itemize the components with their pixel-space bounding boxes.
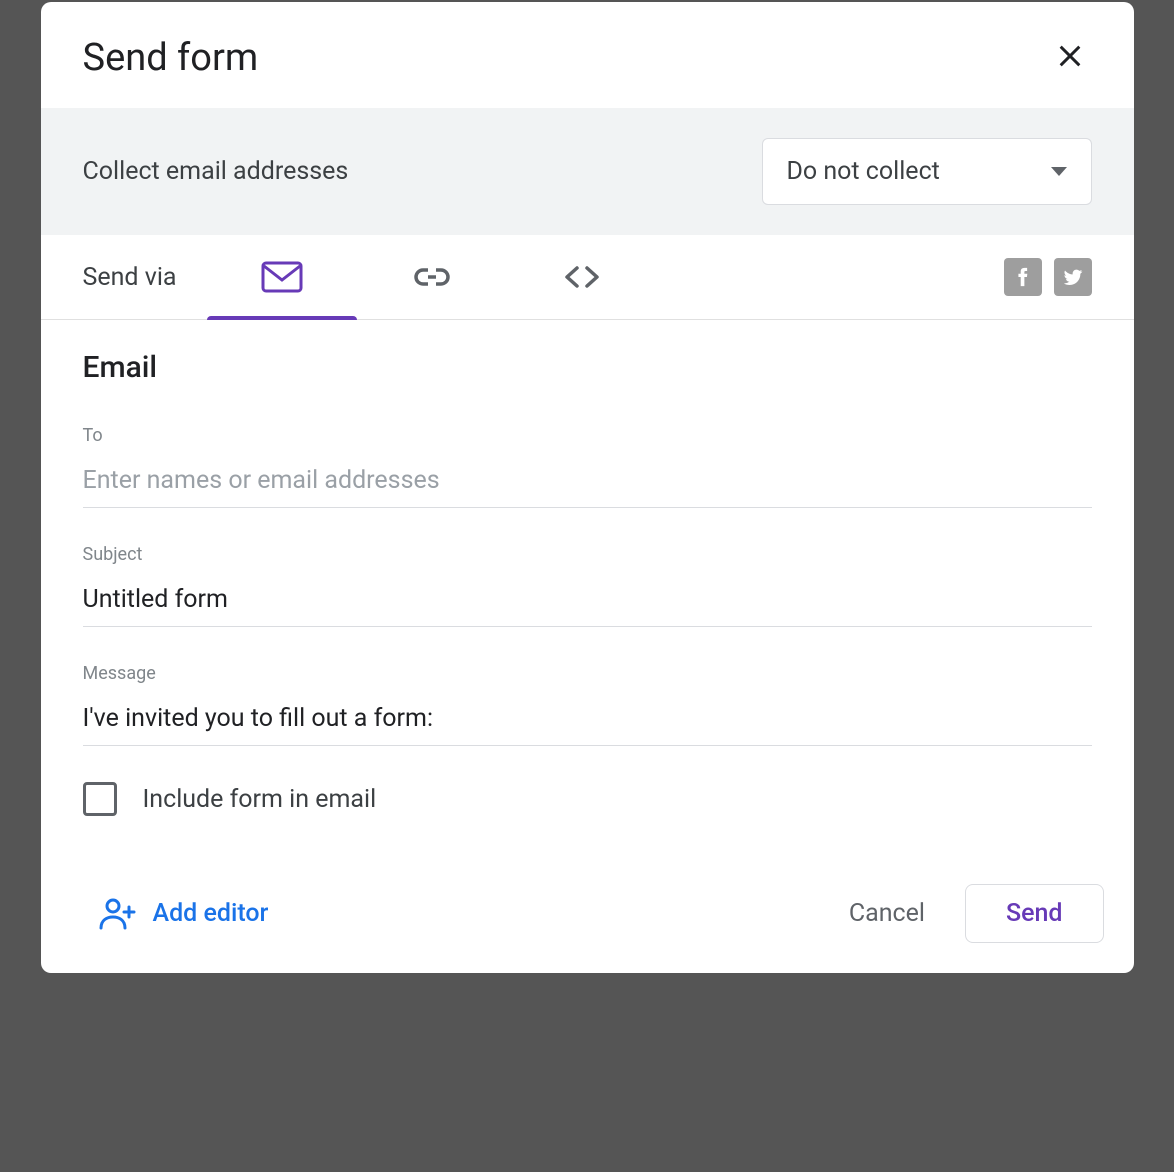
include-form-checkbox[interactable] [83, 782, 117, 816]
subject-input[interactable] [83, 575, 1092, 627]
tab-email[interactable] [207, 235, 357, 319]
twitter-icon [1062, 266, 1084, 288]
close-button[interactable] [1048, 34, 1092, 82]
link-icon [411, 261, 453, 293]
tab-link[interactable] [357, 235, 507, 319]
email-panel: Email To Subject Message Include form in… [41, 320, 1134, 866]
cancel-button[interactable]: Cancel [823, 885, 951, 942]
dialog-header: Send form [41, 2, 1134, 108]
add-editor-button[interactable]: Add editor [83, 887, 285, 941]
collect-email-select[interactable]: Do not collect [762, 138, 1092, 205]
collect-email-selected: Do not collect [787, 157, 940, 186]
share-facebook-button[interactable] [1004, 258, 1042, 296]
dialog-title: Send form [83, 36, 259, 80]
to-label: To [83, 425, 1092, 446]
close-icon [1056, 42, 1084, 70]
send-form-dialog: Send form Collect email addresses Do not… [41, 2, 1134, 973]
chevron-down-icon [1051, 167, 1067, 176]
send-button[interactable]: Send [965, 884, 1104, 943]
person-add-icon [99, 897, 139, 931]
share-twitter-button[interactable] [1054, 258, 1092, 296]
include-form-label: Include form in email [143, 785, 377, 814]
code-icon [561, 261, 603, 293]
collect-email-label: Collect email addresses [83, 157, 349, 186]
include-form-row: Include form in email [83, 782, 1092, 816]
to-field: To [83, 425, 1092, 508]
facebook-icon [1012, 266, 1034, 288]
tab-embed[interactable] [507, 235, 657, 319]
message-label: Message [83, 663, 1092, 684]
tabs-row: Send via [41, 235, 1134, 320]
message-input[interactable] [83, 694, 1092, 746]
subject-label: Subject [83, 544, 1092, 565]
dialog-footer: Add editor Cancel Send [41, 866, 1134, 973]
mail-icon [261, 261, 303, 293]
subject-field: Subject [83, 544, 1092, 627]
email-section-title: Email [83, 350, 1092, 385]
to-input[interactable] [83, 456, 1092, 508]
message-field: Message [83, 663, 1092, 746]
send-via-label: Send via [83, 237, 177, 318]
collect-email-bar: Collect email addresses Do not collect [41, 108, 1134, 235]
add-editor-label: Add editor [153, 899, 269, 928]
